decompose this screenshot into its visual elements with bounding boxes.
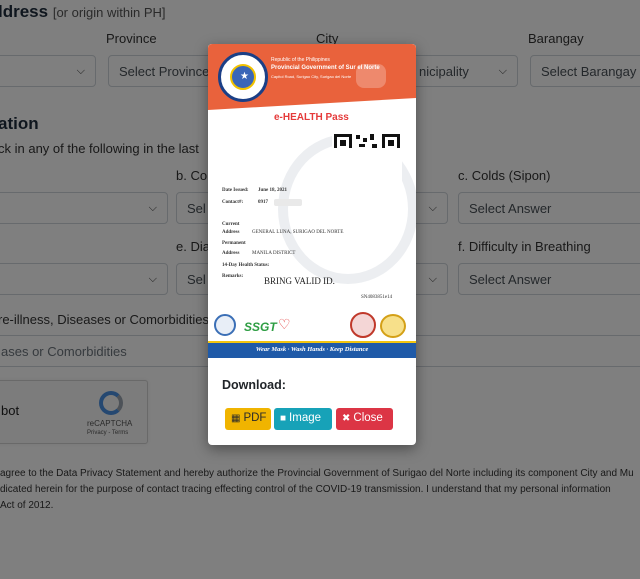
ehealth-pass-modal: ★ Republic of the Philippines Provincial… xyxy=(208,44,416,445)
office-address-text: Capitol Road, Surigao City, Surigao del … xyxy=(271,74,352,79)
download-pdf-button[interactable]: ▦ PDF xyxy=(225,408,271,430)
address-label: Address xyxy=(222,251,240,256)
address-label: Address xyxy=(222,230,240,235)
republic-text: Republic of the Philippines xyxy=(271,57,330,63)
download-image-button[interactable]: ■ Image xyxy=(274,408,332,430)
partner-logos: SSGT ♡ xyxy=(208,312,416,340)
file-image-icon: ■ xyxy=(280,413,287,424)
image-button-label: Image xyxy=(289,412,322,424)
close-button[interactable]: ✖ Close xyxy=(336,408,393,430)
pass-header: ★ Republic of the Philippines Provincial… xyxy=(208,44,416,110)
safety-banner: Wear Mask · Wash Hands · Keep Distance xyxy=(208,341,416,358)
pass-title: e-HEALTH Pass xyxy=(274,112,349,123)
current-label: Current xyxy=(222,222,240,227)
close-circle-icon: ✖ xyxy=(342,413,351,424)
remarks-label: Remarks: xyxy=(222,274,244,279)
ssgt-logo: SSGT xyxy=(244,320,277,334)
current-address: GENERAL LUNA, SURIGAO DEL NORTE xyxy=(252,230,344,235)
contact-label: Contact#: xyxy=(222,200,244,205)
permanent-label: Permanent xyxy=(222,241,246,246)
government-logo xyxy=(214,314,236,336)
pdf-button-label: PDF xyxy=(243,412,267,424)
permanent-address: MANILA DISTRICT xyxy=(252,251,296,256)
remarks-value: BRING VALID ID. xyxy=(264,276,335,286)
pass-code: SN4083851e14 xyxy=(361,295,393,300)
emergency-911-logo xyxy=(350,312,376,338)
heart-icon: ♡ xyxy=(278,316,291,332)
download-label: Download: xyxy=(222,378,286,392)
health-office-logo xyxy=(380,314,406,338)
health-status-label: 14-Day Health Status: xyxy=(222,263,270,268)
contact-value: 0917 xyxy=(258,200,268,205)
ehealth-pass-card: ★ Republic of the Philippines Provincial… xyxy=(208,44,416,362)
redacted-area xyxy=(274,199,302,206)
close-button-label: Close xyxy=(353,412,383,424)
provincial-seal-logo: ★ xyxy=(218,52,268,102)
date-issued-value: June 18, 2021 xyxy=(258,188,288,193)
date-issued-label: Date Issued: xyxy=(222,188,249,193)
file-pdf-icon: ▦ xyxy=(231,413,241,424)
redacted-area xyxy=(356,64,386,88)
redacted-area xyxy=(332,148,402,204)
